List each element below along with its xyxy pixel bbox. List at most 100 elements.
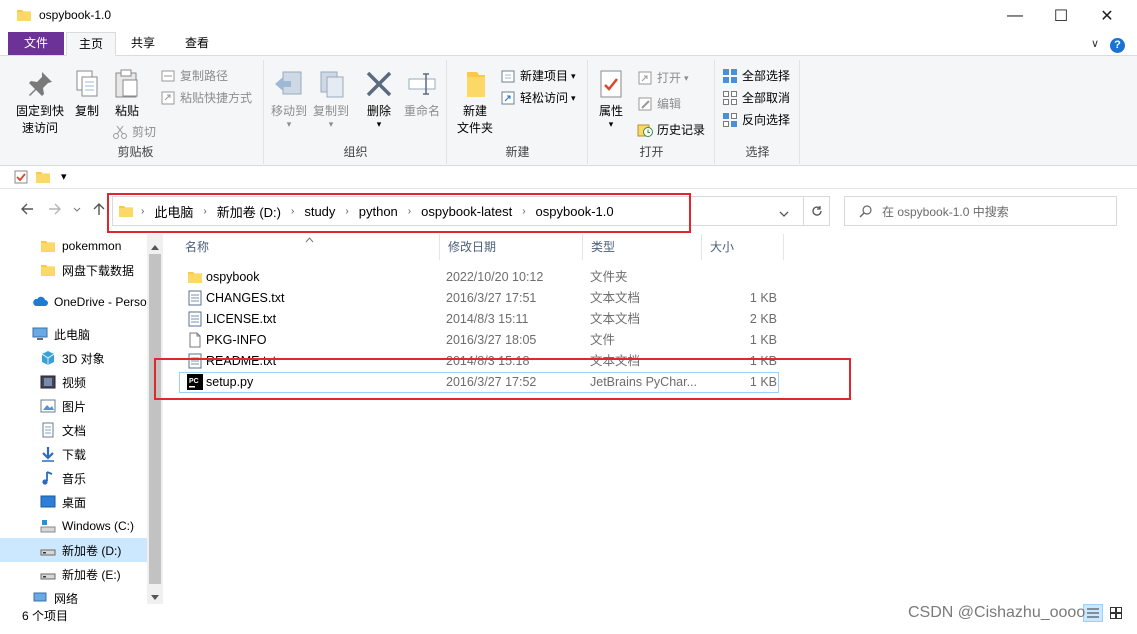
window-title: ospybook-1.0 — [39, 8, 112, 22]
folder-icon — [17, 8, 31, 25]
scroll-thumb[interactable] — [149, 254, 161, 584]
pin-to-quick-access-button[interactable]: 固定到快 速访问 — [10, 68, 70, 137]
tab-share[interactable]: 共享 — [120, 32, 166, 56]
properties-button[interactable]: 属性 ▾ — [593, 68, 629, 129]
properties-qat-icon[interactable] — [14, 170, 28, 187]
invert-selection-button[interactable]: 反向选择 — [722, 110, 790, 130]
sidebar-item-onedrive[interactable]: OneDrive - Perso — [0, 290, 147, 314]
help-icon[interactable]: ? — [1110, 38, 1125, 53]
sidebar-item-this-pc[interactable]: 此电脑 — [0, 322, 147, 346]
sidebar-item-label: 视频 — [62, 375, 87, 390]
search-placeholder: 在 ospybook-1.0 中搜索 — [882, 204, 1009, 219]
large-icons-view-icon[interactable] — [1106, 604, 1126, 622]
column-header-type[interactable]: 类型 — [583, 234, 702, 260]
select-all-button[interactable]: 全部选择 — [722, 66, 790, 86]
table-row[interactable]: ospybook 2022/10/20 10:12 文件夹 — [179, 267, 779, 288]
table-row[interactable]: PKG-INFO 2016/3/27 18:05 文件 1 KB — [179, 330, 779, 351]
copy-label: 复制 — [74, 104, 99, 118]
search-box[interactable]: 在 ospybook-1.0 中搜索 — [844, 196, 1117, 226]
maximize-button[interactable]: ☐ — [1038, 0, 1084, 31]
sidebar-item-label: 音乐 — [62, 471, 87, 486]
sidebar-item-pictures[interactable]: 图片 — [0, 394, 147, 418]
close-button[interactable]: ✕ — [1084, 0, 1130, 31]
sidebar-item-label: 新加卷 (E:) — [62, 567, 121, 582]
details-view-icon[interactable] — [1083, 604, 1103, 622]
copy-button[interactable]: 复制 — [70, 68, 104, 120]
sidebar-scrollbar[interactable] — [147, 234, 163, 604]
minimize-button[interactable]: — — [992, 0, 1038, 31]
new-folder-icon — [459, 68, 491, 100]
tab-file[interactable]: 文件 — [8, 32, 64, 55]
file-name: PKG-INFO — [206, 333, 267, 347]
text-file-icon — [187, 290, 203, 306]
sidebar-item-documents[interactable]: 文档 — [0, 418, 147, 442]
select-none-button[interactable]: 全部取消 — [722, 88, 790, 108]
new-folder-label-2: 文件夹 — [456, 121, 493, 135]
organize-group: 移动到 ▾ 复制到 ▾ 删除 ▾ 重命名 组织 — [265, 60, 447, 164]
tab-view[interactable]: 查看 — [174, 32, 220, 56]
file-size: 1 KB — [749, 333, 777, 347]
scroll-down-icon[interactable] — [151, 590, 159, 604]
delete-label: 删除 — [366, 104, 391, 118]
column-header-date[interactable]: 修改日期 — [440, 234, 583, 260]
tab-home[interactable]: 主页 — [66, 32, 116, 56]
paste-shortcut-icon — [160, 90, 176, 106]
new-folder-qat-icon[interactable] — [36, 170, 50, 187]
back-arrow-icon[interactable] — [20, 202, 34, 221]
file-date: 2022/10/20 10:12 — [446, 270, 544, 284]
scroll-up-icon[interactable] — [151, 239, 159, 253]
edit-button[interactable]: 编辑 — [637, 94, 681, 114]
quick-access-toolbar: ▾ — [0, 167, 1137, 189]
sidebar-item-label: 此电脑 — [54, 327, 91, 342]
move-to-button[interactable]: 移动到 ▾ — [269, 68, 309, 129]
new-item-button[interactable]: 新建项目 ▾ — [500, 66, 576, 86]
new-folder-button[interactable]: 新建 文件夹 — [452, 68, 498, 137]
text-file-icon — [187, 311, 203, 327]
column-header-size[interactable]: 大小 — [702, 234, 784, 260]
sidebar-item-videos[interactable]: 视频 — [0, 370, 147, 394]
open-button[interactable]: 打开 ▾ — [637, 68, 689, 88]
recent-locations-chevron-icon[interactable] — [73, 205, 81, 215]
sidebar-item-drive-d[interactable]: 新加卷 (D:) — [0, 538, 147, 562]
rename-button[interactable]: 重命名 — [401, 68, 443, 120]
copy-path-label: 复制路径 — [180, 69, 229, 83]
sidebar-item-drive-c[interactable]: Windows (C:) — [0, 514, 147, 538]
properties-icon — [595, 68, 627, 100]
sidebar-item-downloads[interactable]: 下载 — [0, 442, 147, 466]
forward-arrow-icon[interactable] — [48, 202, 62, 221]
delete-button[interactable]: 删除 ▾ — [361, 68, 397, 129]
sidebar-item-3d-objects[interactable]: 3D 对象 — [0, 346, 147, 370]
cube-icon — [40, 350, 56, 366]
picture-icon — [40, 398, 56, 414]
refresh-icon[interactable] — [803, 197, 829, 225]
file-type: 文本文档 — [590, 312, 641, 326]
sidebar-item-desktop[interactable]: 桌面 — [0, 490, 147, 514]
ribbon-tabs: 文件 主页 共享 查看 ∨ ? — [0, 31, 1137, 56]
paste-shortcut-button[interactable]: 粘贴快捷方式 — [160, 88, 252, 108]
address-dropdown-icon[interactable] — [779, 207, 789, 221]
history-button[interactable]: 历史记录 — [637, 120, 705, 140]
video-icon — [40, 374, 56, 390]
easy-access-button[interactable]: 轻松访问 ▾ — [500, 88, 576, 108]
copy-path-button[interactable]: 复制路径 — [160, 66, 228, 86]
up-arrow-icon[interactable] — [92, 202, 106, 221]
sidebar-item-music[interactable]: 音乐 — [0, 466, 147, 490]
paste-button[interactable]: 粘贴 — [108, 68, 146, 120]
edit-label: 编辑 — [657, 97, 682, 111]
rename-icon — [406, 68, 438, 100]
sidebar-item-network[interactable]: 网络 — [0, 590, 147, 604]
sidebar-item-pokemmon[interactable]: pokemmon — [0, 234, 147, 258]
table-row[interactable]: CHANGES.txt 2016/3/27 17:51 文本文档 1 KB — [179, 288, 779, 309]
open-icon — [637, 70, 653, 86]
collapse-ribbon-button[interactable]: ∨ — [1091, 37, 1099, 50]
customize-qat-dropdown[interactable]: ▾ — [61, 170, 67, 183]
cut-button[interactable]: 剪切 — [112, 122, 156, 142]
table-row[interactable]: LICENSE.txt 2014/8/3 15:11 文本文档 2 KB — [179, 309, 779, 330]
computer-icon — [32, 326, 48, 342]
navigation-row: › 此电脑 › 新加卷 (D:) › study › python › ospy… — [0, 190, 1137, 234]
download-icon — [40, 446, 56, 462]
sidebar-item-drive-e[interactable]: 新加卷 (E:) — [0, 562, 147, 586]
sidebar-item-label: 下载 — [62, 447, 87, 462]
sidebar-item-netdisk[interactable]: 网盘下载数据 — [0, 258, 147, 282]
copy-to-button[interactable]: 复制到 ▾ — [311, 68, 351, 129]
